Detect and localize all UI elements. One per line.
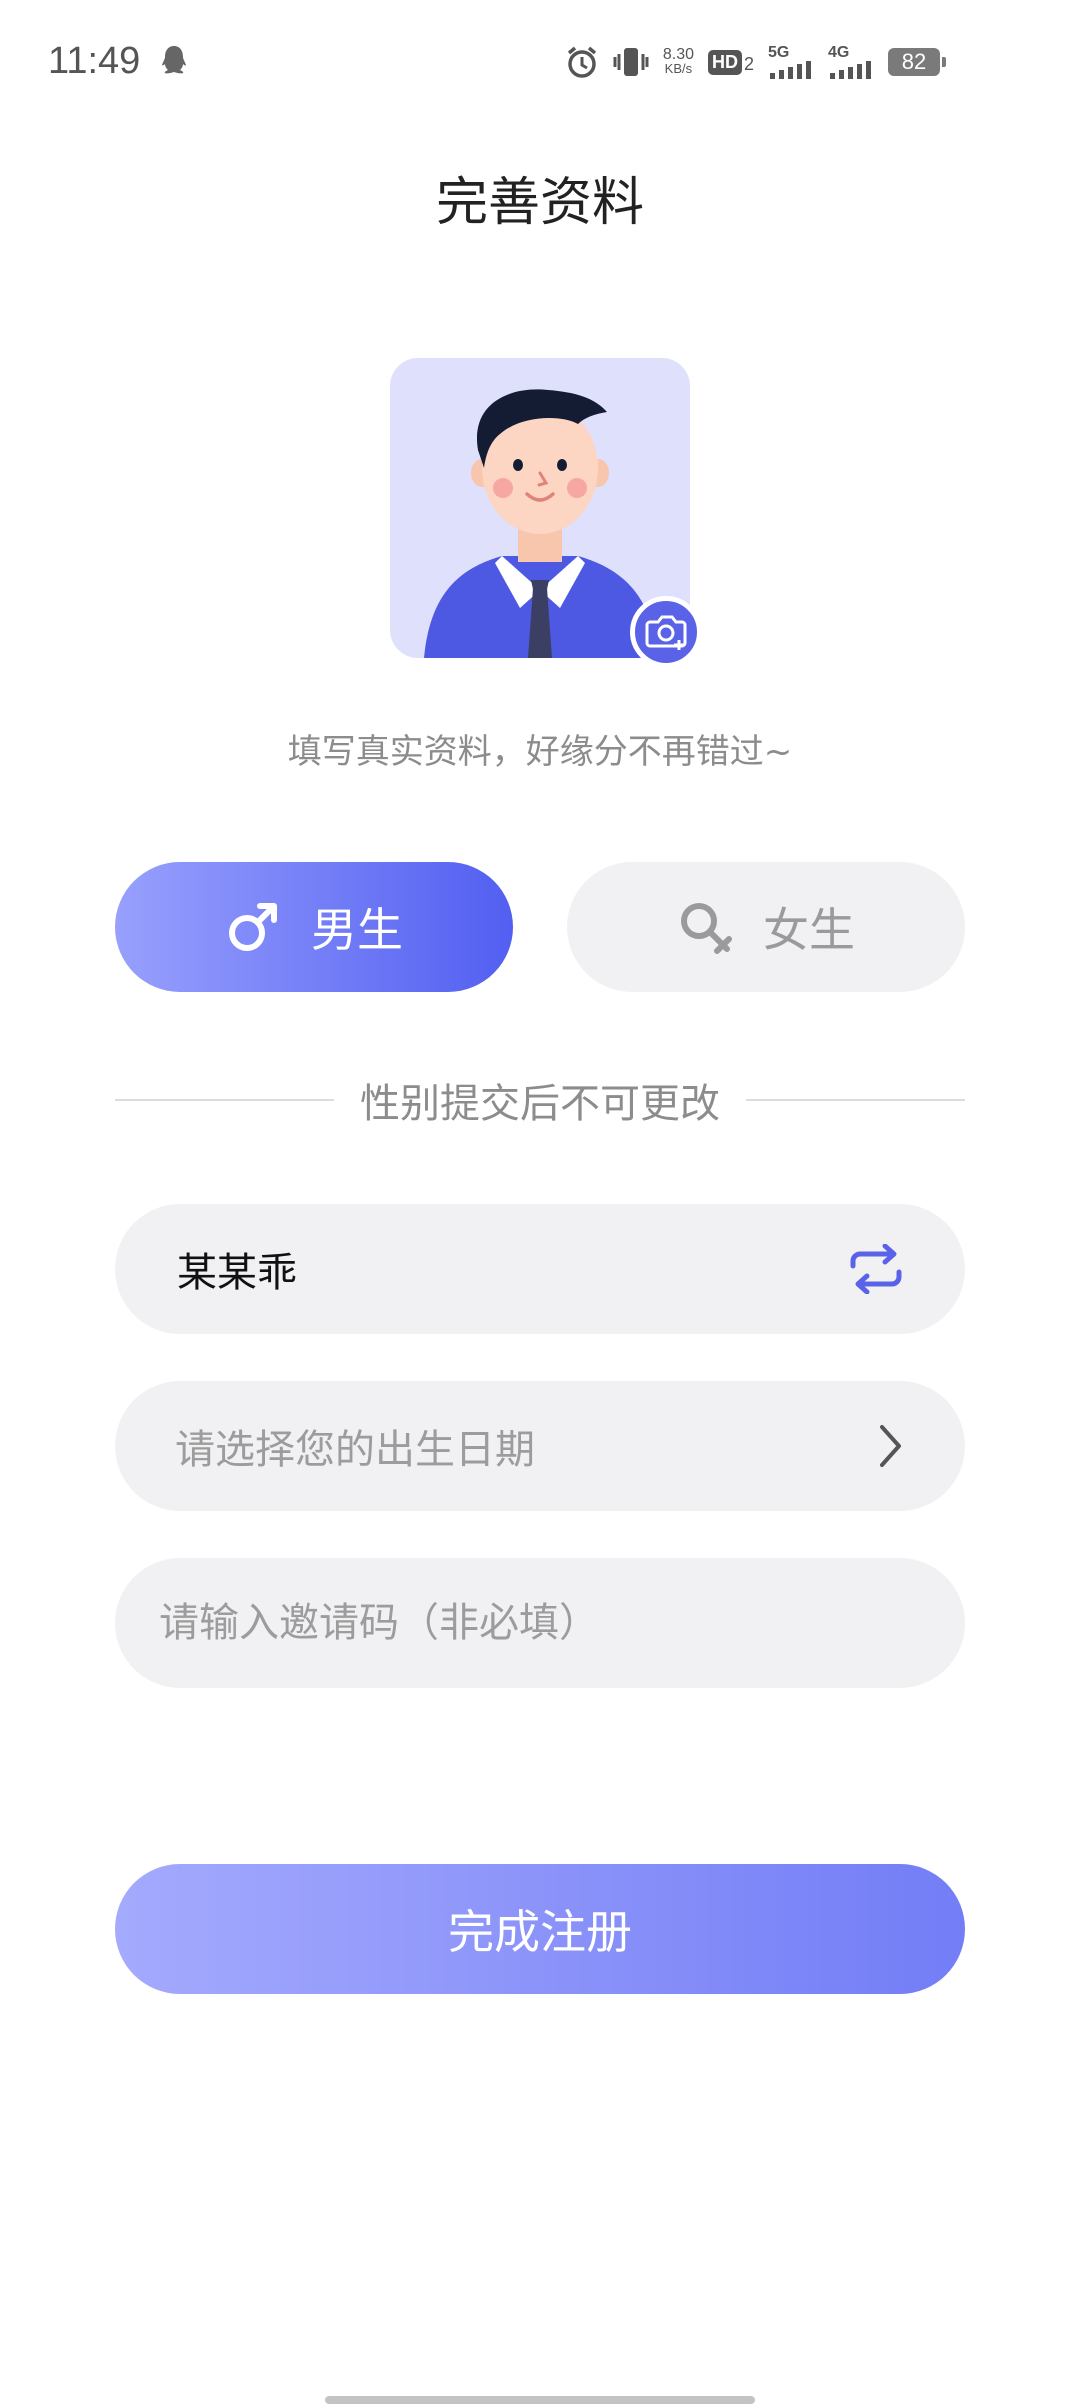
alarm-icon xyxy=(567,46,596,78)
camera-icon xyxy=(645,615,687,650)
page: 11:49 8.30 KB/s HD 2 5G 4G 82 完善资料 填写真实资… xyxy=(0,0,1080,2408)
vibrate-icon xyxy=(613,48,649,76)
status-icons: 8.30 KB/s HD 2 5G 4G 82 xyxy=(565,42,946,82)
signal-bars-icon xyxy=(770,61,811,79)
invite-code-field[interactable] xyxy=(115,1558,965,1688)
complete-registration-button[interactable]: 完成注册 xyxy=(115,1864,965,1994)
network-speed-unit: KB/s xyxy=(664,61,693,76)
network-speed: 8.30 KB/s xyxy=(662,46,694,76)
nickname-field[interactable] xyxy=(115,1204,965,1334)
gender-note-divider: 性别提交后不可更改 xyxy=(115,1072,965,1128)
hd-indicator: HD 2 xyxy=(707,49,754,75)
avatar-upload[interactable] xyxy=(390,358,702,668)
signal-1-label: 5G xyxy=(768,44,790,61)
gender-male-label: 男生 xyxy=(311,903,403,957)
signal-5g: 5G xyxy=(768,45,814,79)
signal-2-label: 4G xyxy=(828,44,850,61)
sim-label: 2 xyxy=(743,53,754,74)
status-time: 11:49 xyxy=(48,40,141,82)
camera-upload-button[interactable] xyxy=(630,596,702,668)
signal-bars-icon xyxy=(830,61,871,79)
divider-line-right xyxy=(746,1099,965,1101)
hd-label: HD xyxy=(707,49,742,75)
divider-line-left xyxy=(115,1099,334,1101)
birthday-selector[interactable]: 请选择您的出生日期 xyxy=(115,1381,965,1511)
qq-notification-icon xyxy=(162,46,186,74)
chevron-right-icon xyxy=(880,1425,901,1467)
male-symbol-icon xyxy=(229,903,277,951)
gender-female-label: 女生 xyxy=(763,903,855,957)
network-speed-value: 8.30 xyxy=(662,46,694,63)
signal-4g: 4G xyxy=(828,45,874,79)
profile-subtitle: 填写真实资料，好缘分不再错过~ xyxy=(287,732,793,772)
gender-male-button[interactable]: 男生 xyxy=(115,862,513,992)
gender-female-button[interactable]: 女生 xyxy=(567,862,965,992)
invite-code-input[interactable] xyxy=(157,1599,923,1647)
home-indicator[interactable] xyxy=(325,2396,755,2404)
page-title: 完善资料 xyxy=(435,173,644,233)
battery-indicator: 82 xyxy=(888,48,946,76)
gender-note: 性别提交后不可更改 xyxy=(360,1081,720,1127)
nickname-input[interactable] xyxy=(175,1245,847,1293)
female-symbol-icon xyxy=(681,903,732,954)
refresh-nickname-icon[interactable] xyxy=(847,1244,905,1294)
status-bar: 11:49 8.30 KB/s HD 2 5G 4G 82 xyxy=(0,0,1080,126)
birthday-placeholder: 请选择您的出生日期 xyxy=(175,1427,535,1473)
